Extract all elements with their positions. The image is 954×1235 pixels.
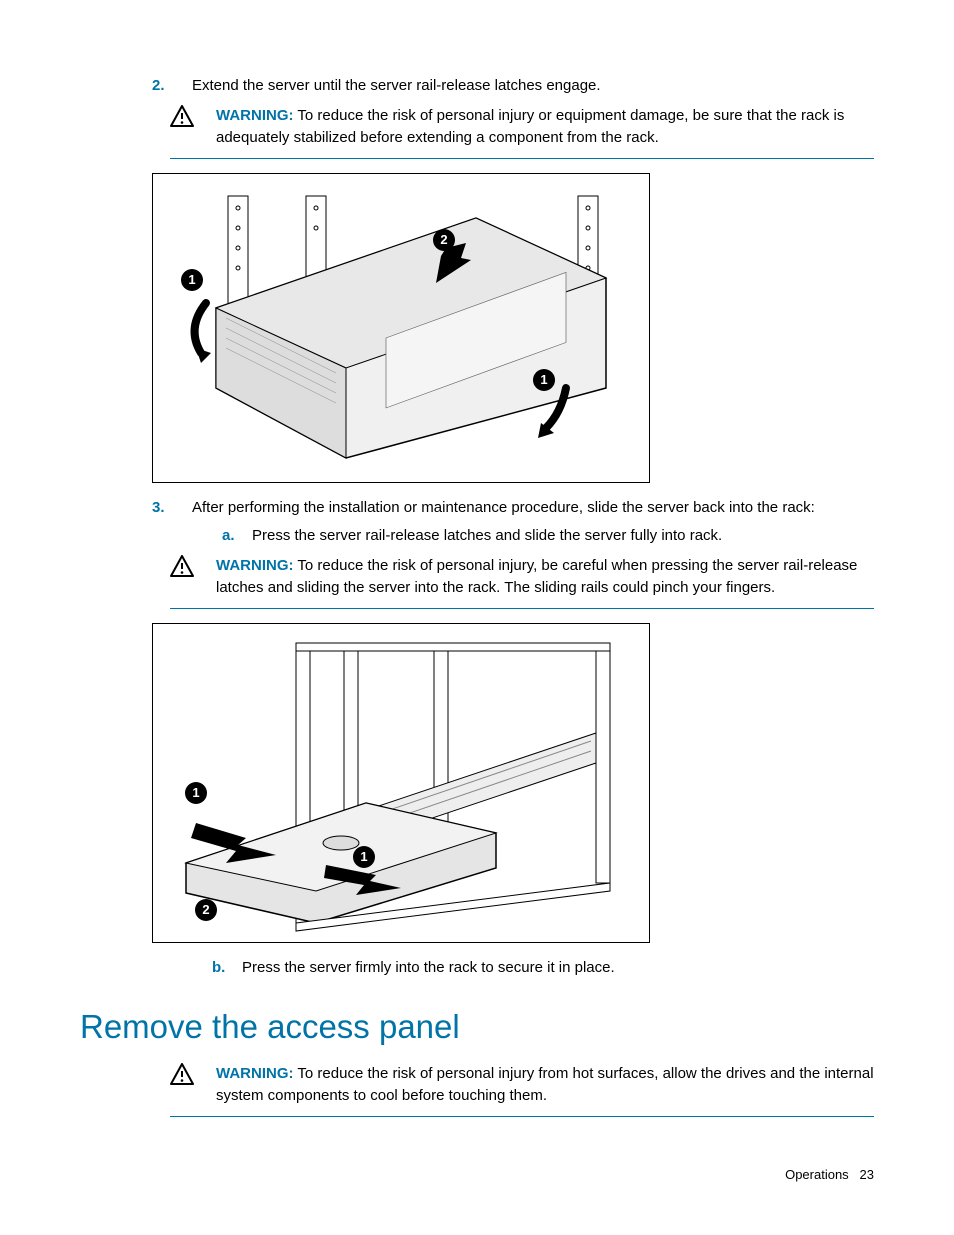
substep-a: a. Press the server rail-release latches… bbox=[222, 525, 874, 547]
substep-text: Press the server rail-release latches an… bbox=[252, 525, 722, 547]
warning-label: WARNING: bbox=[216, 107, 294, 124]
warning-label: WARNING: bbox=[216, 557, 294, 574]
warning-text: WARNING: To reduce the risk of personal … bbox=[216, 555, 874, 599]
substep-number: b. bbox=[212, 957, 226, 979]
warning-block-1: WARNING: To reduce the risk of personal … bbox=[170, 105, 874, 160]
step-2: 2. Extend the server until the server ra… bbox=[152, 75, 874, 97]
section-heading: Remove the access panel bbox=[80, 1003, 874, 1051]
warning-block-3: WARNING: To reduce the risk of personal … bbox=[170, 1063, 874, 1118]
warning-body: To reduce the risk of personal injury fr… bbox=[216, 1065, 874, 1104]
step-text: After performing the installation or mai… bbox=[192, 497, 874, 519]
warning-text: WARNING: To reduce the risk of personal … bbox=[216, 105, 874, 149]
step-3: 3. After performing the installation or … bbox=[152, 497, 874, 547]
warning-label: WARNING: bbox=[216, 1065, 294, 1082]
footer-page: 23 bbox=[860, 1167, 874, 1182]
warning-icon bbox=[170, 105, 194, 127]
server-insert-illustration bbox=[166, 633, 636, 933]
page-footer: Operations 23 bbox=[785, 1166, 874, 1185]
step-text: Extend the server until the server rail-… bbox=[192, 75, 874, 97]
substep-b: b. Press the server firmly into the rack… bbox=[212, 957, 874, 979]
figure-server-extend: 1 1 2 bbox=[152, 173, 650, 483]
substep-number: a. bbox=[222, 525, 236, 547]
step-number: 2. bbox=[152, 75, 166, 97]
server-extend-illustration bbox=[166, 188, 636, 468]
warning-body: To reduce the risk of personal injury or… bbox=[216, 107, 844, 146]
figure-server-insert: 1 1 2 bbox=[152, 623, 650, 943]
warning-icon bbox=[170, 1063, 194, 1085]
warning-block-2: WARNING: To reduce the risk of personal … bbox=[170, 555, 874, 610]
warning-text: WARNING: To reduce the risk of personal … bbox=[216, 1063, 874, 1107]
step-number: 3. bbox=[152, 497, 166, 547]
warning-icon bbox=[170, 555, 194, 577]
warning-body: To reduce the risk of personal injury, b… bbox=[216, 557, 857, 596]
footer-section: Operations bbox=[785, 1167, 849, 1182]
substep-text: Press the server firmly into the rack to… bbox=[242, 957, 615, 979]
